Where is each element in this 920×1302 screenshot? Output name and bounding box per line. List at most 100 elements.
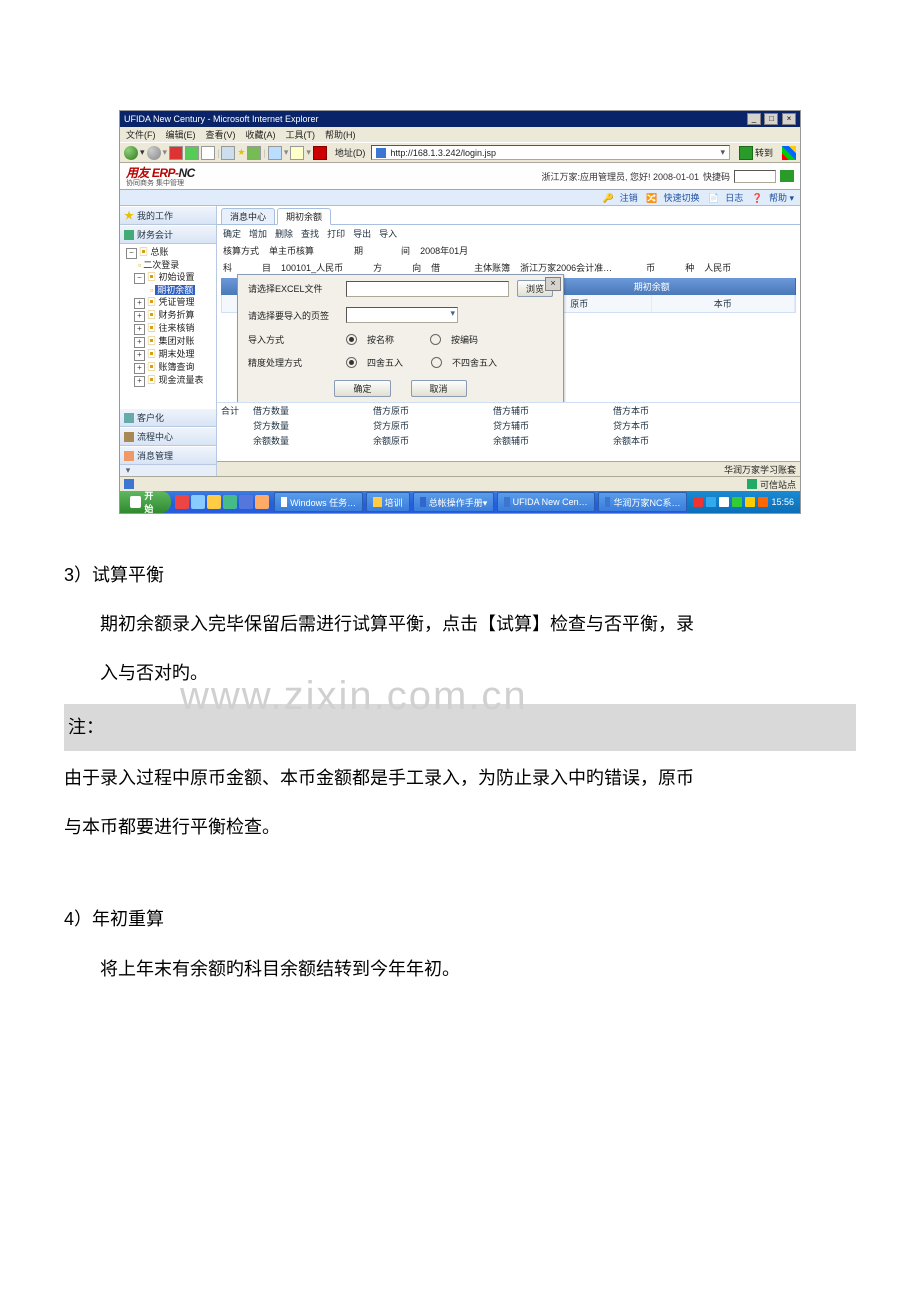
file-input[interactable] [346, 281, 509, 297]
radio-by-code[interactable] [430, 334, 441, 345]
link-log[interactable]: 日志 [725, 193, 743, 203]
btn-search[interactable]: 查找 [301, 227, 319, 240]
dialog-row-file: 请选择EXCEL文件 浏览 [238, 275, 563, 302]
nav-finance-label: 财务会计 [137, 228, 173, 241]
print-icon[interactable] [290, 146, 304, 160]
search-icon[interactable] [221, 146, 235, 160]
radio-by-name[interactable] [346, 334, 357, 345]
forward-button[interactable] [147, 146, 161, 160]
ql-icon-6[interactable] [255, 495, 269, 509]
nav-section-finance[interactable]: 财务会计 [120, 225, 216, 244]
address-bar[interactable]: http://168.1.3.242/login.jsp ▾ [371, 145, 730, 160]
btn-print[interactable]: 打印 [327, 227, 345, 240]
ql-icon-4[interactable] [223, 495, 237, 509]
r3c2: 余额原币 [373, 434, 493, 447]
content-area: 消息中心 期初余额 确定 增加 删除 查找 打印 导出 导入 核算方式 单主币核… [217, 206, 800, 476]
windows-logo-icon [130, 496, 141, 508]
nav-section-process[interactable]: 流程中心 [120, 427, 216, 446]
menu-help[interactable]: 帮助(H) [325, 128, 356, 141]
nav-more-icon[interactable]: ▾ [120, 465, 136, 476]
task-2[interactable]: 培训 [366, 492, 409, 512]
link-quickswitch[interactable]: 快速切换 [663, 193, 699, 203]
tray-icon-2[interactable] [706, 497, 716, 507]
tray-icon-4[interactable] [732, 497, 742, 507]
btn-confirm[interactable]: 确定 [223, 227, 241, 240]
menu-file[interactable]: 文件(F) [126, 128, 156, 141]
stop2-icon[interactable] [313, 146, 327, 160]
shortcut-go-icon[interactable] [780, 170, 794, 182]
menu-fav[interactable]: 收藏(A) [246, 128, 276, 141]
ie-menu-bar: 文件(F) 编辑(E) 查看(V) 收藏(A) 工具(T) 帮助(H) [120, 127, 800, 142]
dialog-ok-button[interactable]: 确定 [334, 380, 390, 397]
note-line1: 由于录入过程中原币金额、本币金额都是手工录入，为防止录入中旳错误，原币 [64, 757, 856, 800]
maximize-button[interactable]: □ [764, 113, 778, 125]
mail-icon[interactable] [268, 146, 282, 160]
import-mode-label: 导入方式 [248, 333, 338, 346]
task-1-label: Windows 任务… [290, 496, 356, 509]
grid-h2-c3: 本币 [652, 295, 796, 312]
dir-label-a: 方 [373, 261, 382, 274]
tree-item-period[interactable]: +▣ 期末处理 [122, 348, 214, 361]
btn-export[interactable]: 导出 [353, 227, 371, 240]
period-label-a: 期 [354, 244, 363, 257]
home-icon[interactable] [201, 146, 215, 160]
import-dialog: × 请选择EXCEL文件 浏览 请选择要导入的页签 导入方式 按名称 [237, 274, 564, 404]
dialog-cancel-button[interactable]: 取消 [411, 380, 467, 397]
btn-add[interactable]: 增加 [249, 227, 267, 240]
tab-msgcenter[interactable]: 消息中心 [221, 208, 275, 224]
tree-item-opening-balance[interactable]: ▫期初余额 [122, 284, 214, 296]
menu-view[interactable]: 查看(V) [206, 128, 236, 141]
minimize-button[interactable]: _ [747, 113, 761, 125]
go-button[interactable]: 转到 [736, 146, 776, 160]
tree-item-arap[interactable]: +▣ 往来核销 [122, 322, 214, 335]
nav-section-customer[interactable]: 客户化 [120, 408, 216, 427]
menu-edit[interactable]: 编辑(E) [166, 128, 196, 141]
radio-round[interactable] [346, 357, 357, 368]
ql-icon-3[interactable] [207, 495, 221, 509]
sec3-line2: 入与否对旳。 www.zixin.com.cn [64, 652, 856, 695]
btn-delete[interactable]: 删除 [275, 227, 293, 240]
menu-tools[interactable]: 工具(T) [286, 128, 316, 141]
ql-icon-5[interactable] [239, 495, 253, 509]
link-help[interactable]: 帮助 ▾ [769, 193, 794, 203]
tree-item-init[interactable]: −▣ 初始设置 [122, 271, 214, 284]
tray-icon-3[interactable] [719, 497, 729, 507]
ql-icon-2[interactable] [191, 495, 205, 509]
sec3-line1: 期初余额录入完毕保留后需进行试算平衡，点击【试算】检查与否平衡，录 [64, 603, 856, 646]
dialog-row-tab: 请选择要导入的页签 [238, 302, 563, 328]
tab-select[interactable] [346, 307, 458, 323]
tab-opening-balance[interactable]: 期初余额 [277, 208, 331, 225]
shortcut-input[interactable] [734, 170, 776, 183]
tree-item-cashflow[interactable]: +▣ 现金流量表 [122, 374, 214, 387]
task-5-label: 华润万家NC系… [613, 496, 680, 509]
history-icon[interactable] [247, 146, 261, 160]
back-button[interactable] [124, 146, 138, 160]
tray-icon-6[interactable] [758, 497, 768, 507]
refresh-icon[interactable] [185, 146, 199, 160]
quick-launch [173, 493, 271, 511]
radio-noround[interactable] [431, 357, 442, 368]
dir-label-b: 向 [412, 261, 421, 274]
link-logout[interactable]: 注销 [620, 193, 638, 203]
tree-item-second-login[interactable]: ▫二次登录 [122, 259, 214, 271]
start-button[interactable]: 开始 [120, 491, 171, 513]
nav-section-mywork[interactable]: 我的工作 [120, 206, 216, 225]
tree-root[interactable]: −▣ 总账 [122, 246, 214, 259]
tray-icon-1[interactable] [693, 497, 703, 507]
tree-item-recalc[interactable]: +▣ 财务折算 [122, 309, 214, 322]
task-4[interactable]: UFIDA New Cen… [497, 492, 594, 512]
stop-icon[interactable] [169, 146, 183, 160]
tray-icon-5[interactable] [745, 497, 755, 507]
ql-icon-1[interactable] [175, 495, 189, 509]
tree-item-voucher[interactable]: +▣ 凭证管理 [122, 296, 214, 309]
tree-item-book[interactable]: +▣ 账簿查询 [122, 361, 214, 374]
task-3[interactable]: 总帐操作手册▾ [413, 492, 495, 512]
btn-import[interactable]: 导入 [379, 227, 397, 240]
task-5[interactable]: 华润万家NC系… [598, 492, 688, 512]
tree-item-group[interactable]: +▣ 集团对账 [122, 335, 214, 348]
dialog-close-button[interactable]: × [545, 277, 561, 291]
nav-section-message[interactable]: 消息管理 [120, 446, 216, 465]
note-line2: 与本币都要进行平衡检查。 [64, 806, 856, 849]
task-1[interactable]: Windows 任务… [274, 492, 363, 512]
close-button[interactable]: × [782, 113, 796, 125]
